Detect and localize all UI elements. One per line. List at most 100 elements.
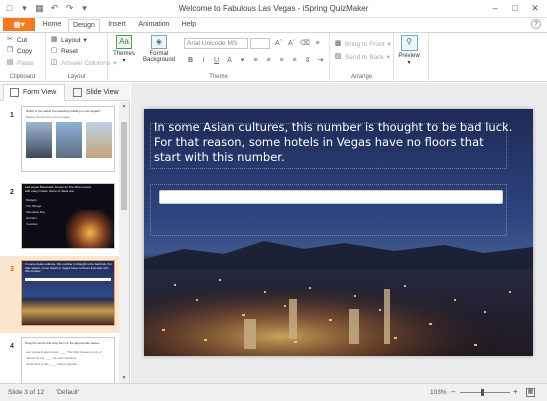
tab-home[interactable]: Home (38, 19, 66, 32)
minimize-icon[interactable]: – (485, 0, 505, 17)
slide-number: 4 (10, 343, 14, 350)
zoom-level[interactable]: 103% (430, 389, 447, 396)
clear-format-icon[interactable]: ⌫ (300, 39, 310, 48)
font-size-select[interactable] (250, 38, 270, 49)
slide-editor: In some Asian cultures, this number is t… (144, 109, 533, 356)
preview-button[interactable]: ⚲ Preview ▾ (396, 35, 422, 66)
maximize-icon[interactable]: □ (505, 0, 525, 17)
slide-thumb: Which is the tallest free-standing build… (21, 106, 115, 172)
scroll-thumb[interactable] (121, 122, 127, 210)
font-name-select[interactable]: Arial Unicode MS (184, 38, 248, 49)
format-background-icon: ◈ (151, 35, 167, 49)
slide-thumbnail-2[interactable]: 2 Las Vegas Boulevard, known as The Stri… (0, 179, 119, 256)
theme-name: 'Default' (56, 389, 80, 396)
file-menu-button[interactable]: ▦▾ (3, 18, 35, 31)
layout-group: ▦ Layout ▾ ▢ Reset ◫ Answer Columns ▾ La… (46, 33, 116, 82)
preview-icon: ⚲ (400, 35, 418, 51)
slide-view-tab[interactable]: Slide View (67, 84, 127, 101)
question-text[interactable]: In some Asian cultures, this number is t… (154, 120, 514, 165)
redo-icon[interactable]: ↷ (64, 3, 75, 14)
zoom-slider[interactable] (460, 392, 510, 393)
thumb-title: Which is the tallest free-standing build… (26, 109, 101, 113)
highlight-icon[interactable]: ▾ (238, 56, 247, 65)
italic-icon[interactable]: I (199, 56, 208, 65)
chevron-down-icon: ▾ (386, 54, 390, 61)
format-background-button[interactable]: ◈ Format Background (140, 35, 178, 63)
layout-group-label: Layout (67, 74, 86, 80)
thumb-fill: Las Vegas is also known ____ The Strip h… (26, 350, 102, 366)
scroll-down-icon[interactable]: ▼ (119, 374, 129, 383)
tab-design[interactable]: Design (68, 19, 100, 32)
copy-button[interactable]: ❐ Copy (6, 47, 32, 55)
reset-button[interactable]: ▢ Reset (50, 47, 78, 55)
form-view-tab[interactable]: Form View (3, 84, 65, 101)
form-view-icon (10, 88, 19, 97)
themes-button[interactable]: Aa Themes ▾ (112, 35, 136, 64)
ribbon-divider (428, 33, 429, 82)
align-center-icon[interactable]: ≡ (264, 56, 273, 65)
thumb-image-tower (26, 122, 52, 158)
thumb-answer-box (25, 278, 111, 281)
align-left-icon[interactable]: ≡ (251, 56, 260, 65)
slide-list: 1 Which is the tallest free-standing bui… (0, 102, 119, 383)
thumb-image-hotel (86, 122, 112, 158)
cut-button[interactable]: ✂ Cut (6, 36, 27, 44)
slide-thumb: Las Vegas Boulevard, known as The Strip … (21, 183, 115, 249)
underline-icon[interactable]: U (212, 56, 221, 65)
bring-to-front-button[interactable]: ▩ Bring to Front ▾ (334, 40, 391, 48)
slide-counter: Slide 3 of 12 (8, 389, 45, 396)
tab-insert[interactable]: Insert (104, 19, 130, 32)
thumb-image-strip (66, 210, 114, 248)
slide-list-scrollbar[interactable]: ▲ ▼ (119, 102, 129, 383)
slide-number: 3 (10, 266, 14, 273)
justify-icon[interactable]: ≡ (290, 56, 299, 65)
slide-thumbnail-3[interactable]: 3 In some Asian cultures, this number is… (0, 256, 119, 333)
reset-icon: ▢ (50, 47, 58, 54)
zoom-slider-handle[interactable] (481, 389, 484, 396)
layout-button[interactable]: ▦ Layout ▾ (50, 36, 87, 44)
answer-input[interactable] (159, 190, 503, 204)
copy-icon: ❐ (6, 47, 14, 54)
slide-canvas: In some Asian cultures, this number is t… (131, 83, 547, 383)
send-to-back-icon: ▨ (334, 53, 342, 60)
new-icon[interactable]: □ (4, 3, 15, 14)
fit-to-window-icon[interactable]: ▦ (526, 388, 535, 397)
save-icon[interactable]: ▦ (34, 3, 45, 14)
text-format-controls: B I U A ▾ ≡ ≡ ≡ ≡ ⇕ ⇥ (186, 56, 325, 65)
thumb-options: Bellagio The Mirage Mandalay Bay Harrah'… (26, 198, 46, 226)
thumb-subtitle: Please choose the correct image. (26, 115, 71, 119)
tab-help[interactable]: Help (178, 19, 200, 32)
chevron-down-icon: ▾ (407, 60, 411, 66)
themes-icon: Aa (116, 35, 132, 49)
slide-thumbnail-4[interactable]: 4 Drag the words and drop them to the ap… (0, 333, 119, 383)
title-bar: □ ▾ ▦ ↶ ↷ ▾ Welcome to Fabulous Las Vega… (0, 0, 547, 18)
line-spacing-icon[interactable]: ⇕ (303, 56, 312, 65)
align-right-icon[interactable]: ≡ (277, 56, 286, 65)
slide-view-icon (73, 88, 82, 97)
slide-thumbnail-1[interactable]: 1 Which is the tallest free-standing bui… (0, 102, 119, 179)
undo-icon[interactable]: ↶ (49, 3, 60, 14)
dropdown-icon[interactable]: ▾ (79, 3, 90, 14)
status-bar: Slide 3 of 12 'Default' 103% – + ▦ (0, 383, 547, 401)
answer-columns-button[interactable]: ◫ Answer Columns ▾ (50, 59, 117, 67)
view-tabs: Form View Slide View (0, 83, 130, 101)
font-color-icon[interactable]: A (225, 56, 234, 65)
close-icon[interactable]: ✕ (525, 0, 545, 17)
slide-thumb: In some Asian cultures, this number is t… (21, 260, 115, 326)
scroll-up-icon[interactable]: ▲ (119, 102, 129, 111)
send-to-back-button[interactable]: ▨ Send to Back ▾ (334, 53, 390, 61)
tab-animation[interactable]: Animation (134, 19, 174, 32)
shrink-font-icon[interactable]: Aˇ (287, 39, 296, 48)
indent-icon[interactable]: ⇥ (316, 56, 325, 65)
paste-button[interactable]: ▤ Paste (6, 59, 34, 67)
chevron-down-icon: ▾ (122, 58, 126, 64)
help-icon[interactable]: ? (531, 19, 541, 29)
chevron-down-icon: ▾ (83, 37, 87, 44)
bold-icon[interactable]: B (186, 56, 195, 65)
open-icon[interactable]: ▾ (19, 3, 30, 14)
zoom-out-icon[interactable]: – (451, 387, 455, 396)
grow-font-icon[interactable]: Aˆ (274, 39, 283, 48)
thumb-image-stratosphere (56, 122, 82, 158)
zoom-in-icon[interactable]: + (513, 387, 518, 396)
bullets-icon[interactable]: ≡ (313, 39, 322, 48)
